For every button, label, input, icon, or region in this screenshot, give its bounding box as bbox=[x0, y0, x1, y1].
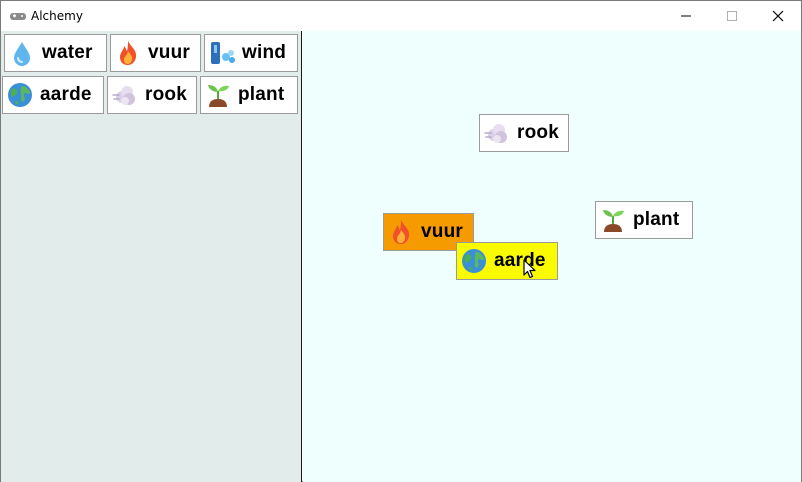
palette-item-water[interactable]: water bbox=[4, 34, 107, 72]
close-button[interactable] bbox=[755, 1, 801, 31]
app-window: Alchemy water vuur wind aarde rook plant… bbox=[0, 0, 802, 482]
palette-item-wind[interactable]: wind bbox=[204, 34, 298, 72]
seedling-icon bbox=[599, 206, 627, 234]
canvas-item-label: rook bbox=[517, 122, 559, 143]
palette-item-label: aarde bbox=[40, 84, 92, 105]
palette-item-label: water bbox=[42, 42, 93, 63]
canvas-item-label: plant bbox=[633, 209, 680, 230]
palette-item-label: plant bbox=[238, 84, 285, 105]
flame-icon bbox=[387, 218, 415, 246]
maximize-button[interactable] bbox=[709, 1, 755, 31]
palette-item-label: vuur bbox=[148, 42, 190, 63]
globe-icon bbox=[6, 81, 34, 109]
palette-item-plant[interactable]: plant bbox=[200, 76, 298, 114]
window-title: Alchemy bbox=[31, 9, 83, 23]
palette-item-rook[interactable]: rook bbox=[107, 76, 197, 114]
canvas-item-label: aarde bbox=[494, 250, 546, 271]
element-palette: water vuur wind aarde rook plant bbox=[1, 31, 302, 482]
canvas-item-aarde[interactable]: aarde bbox=[456, 242, 558, 280]
smoke-icon bbox=[483, 119, 511, 147]
droplet-icon bbox=[8, 39, 36, 67]
canvas-item-label: vuur bbox=[421, 221, 463, 242]
minimize-button[interactable] bbox=[663, 1, 709, 31]
palette-item-aarde[interactable]: aarde bbox=[2, 76, 104, 114]
palette-item-vuur[interactable]: vuur bbox=[110, 34, 201, 72]
palette-item-label: rook bbox=[145, 84, 187, 105]
canvas-item-plant[interactable]: plant bbox=[595, 201, 693, 239]
close-icon bbox=[772, 10, 784, 22]
smoke-icon bbox=[111, 81, 139, 109]
wind-icon bbox=[208, 39, 236, 67]
canvas-item-rook[interactable]: rook bbox=[479, 114, 569, 152]
globe-icon bbox=[460, 247, 488, 275]
minimize-icon bbox=[681, 15, 691, 17]
gamepad-icon bbox=[10, 13, 26, 20]
title-bar[interactable]: Alchemy bbox=[1, 1, 801, 31]
maximize-icon bbox=[727, 11, 737, 21]
workspace-canvas[interactable]: rook plant vuur aarde bbox=[303, 31, 801, 482]
flame-icon bbox=[114, 39, 142, 67]
seedling-icon bbox=[204, 81, 232, 109]
palette-item-label: wind bbox=[242, 42, 287, 63]
